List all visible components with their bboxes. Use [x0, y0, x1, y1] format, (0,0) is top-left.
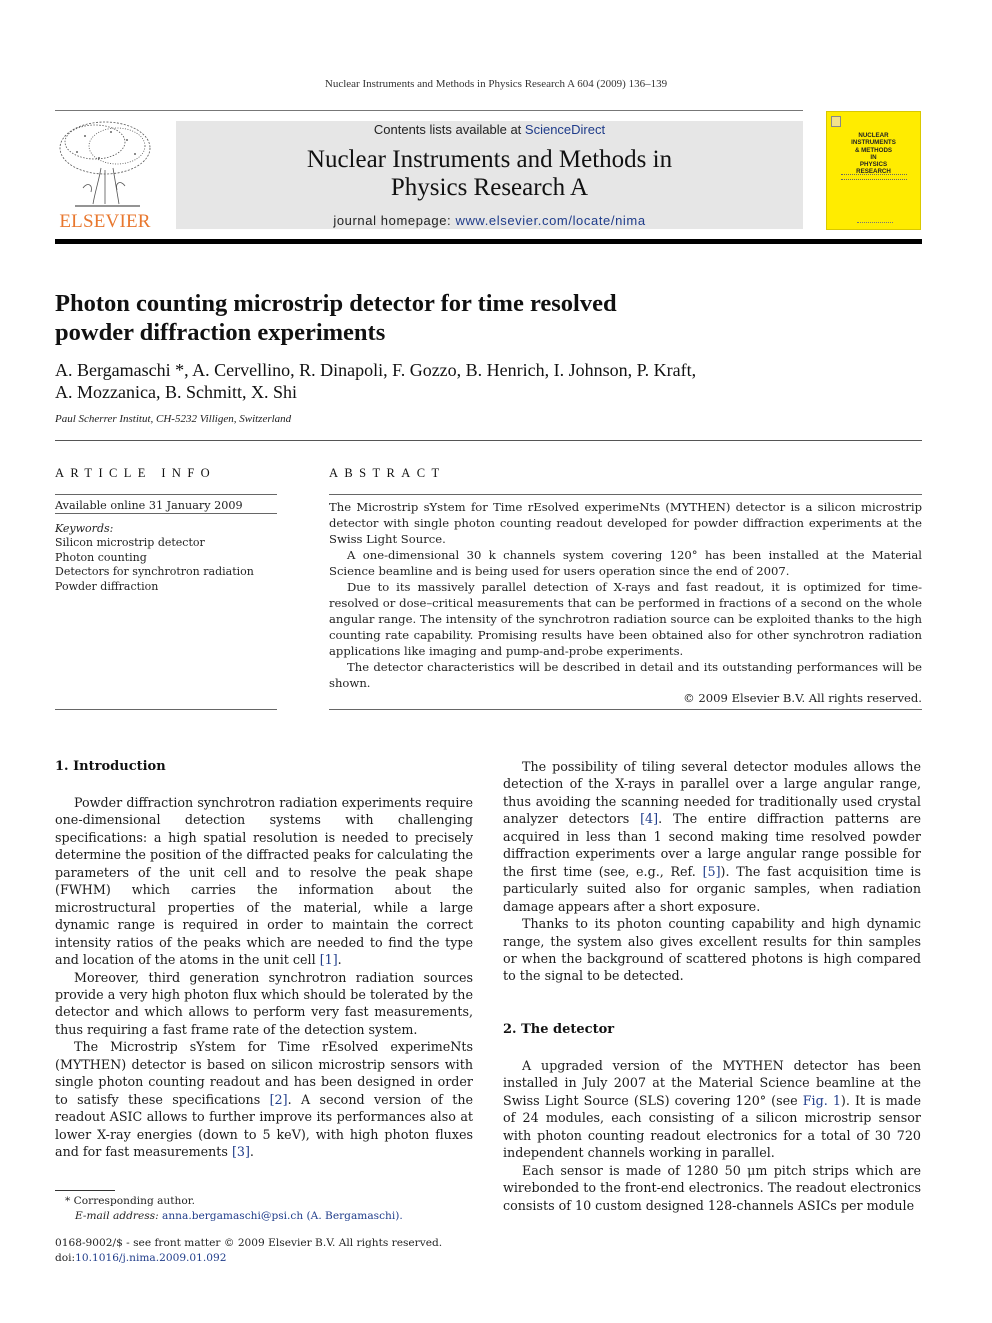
article-title-line: Photon counting microstrip detector for … — [55, 290, 617, 317]
keyword-item: Photon counting — [55, 550, 147, 564]
body-column-right: The possibility of tiling several detect… — [503, 758, 921, 1214]
body-paragraph: Powder diffraction synchrotron radiation… — [55, 795, 473, 968]
author-list: A. Bergamaschi *, A. Cervellino, R. Dina… — [55, 359, 915, 403]
email-note: E-mail address: anna.bergamaschi@psi.ch … — [75, 1209, 403, 1222]
keywords-list: Keywords: Silicon microstrip detector Ph… — [55, 522, 254, 594]
section-heading-detector: 2. The detector — [503, 1021, 615, 1037]
homepage-line: journal homepage: www.elsevier.com/locat… — [176, 213, 803, 228]
elsevier-wordmark: ELSEVIER — [59, 211, 151, 232]
body-column-left: 1. Introduction Powder diffraction synch… — [55, 758, 473, 1161]
citation-link[interactable]: [5] — [703, 864, 721, 879]
body-paragraph: The Microstrip sYstem for Time rEsolved … — [55, 1039, 474, 1160]
cover-footer — [857, 222, 893, 223]
section-heading-introduction: 1. Introduction — [55, 759, 166, 774]
cover-title-line: & METHODS — [854, 146, 893, 154]
journal-cover-thumbnail: NUCLEAR INSTRUMENTS & METHODS IN PHYSICS… — [826, 111, 921, 230]
doi-line: doi:10.1016/j.nima.2009.01.092 — [55, 1251, 227, 1264]
cover-title-line: INSTRUMENTS — [851, 139, 896, 147]
keywords-label: Keywords: — [55, 522, 114, 535]
homepage-prefix: journal homepage: — [333, 213, 456, 228]
citation-link[interactable]: [2] — [270, 1092, 288, 1107]
article-title: Photon counting microstrip detector for … — [55, 289, 855, 347]
cover-title-line: PHYSICS — [859, 161, 888, 169]
article-title-line: powder diffraction experiments — [55, 319, 386, 346]
cover-title-line: IN — [870, 153, 877, 161]
footnote: * Corresponding author. E-mail address: … — [55, 1194, 475, 1223]
abstract-rule — [329, 494, 922, 495]
cover-publisher-icon — [831, 116, 841, 127]
author-line: A. Bergamaschi *, A. Cervellino, R. Dina… — [55, 360, 697, 380]
abstract-paragraph: The Microstrip sYstem for Time rEsolved … — [329, 500, 922, 546]
corresponding-author-note: * Corresponding author. — [65, 1195, 195, 1207]
article-info-rule — [55, 494, 277, 495]
abstract-paragraph: The detector characteristics will be des… — [329, 660, 922, 690]
footnote-rule — [55, 1190, 115, 1191]
body-paragraph: Moreover, third generation synchrotron r… — [55, 969, 473, 1037]
contents-prefix: Contents lists available at — [373, 122, 525, 137]
email-link[interactable]: anna.bergamaschi@psi.ch (A. Bergamaschi)… — [162, 1210, 403, 1222]
cover-title-line: NUCLEAR — [858, 132, 889, 139]
body-paragraph: Thanks to its photon counting capability… — [503, 916, 921, 984]
affiliation: Paul Scherrer Institut, CH-5232 Villigen… — [55, 413, 292, 425]
journal-title: Nuclear Instruments and Methods in Physi… — [176, 146, 803, 202]
available-online: Available online 31 January 2009 — [55, 499, 243, 512]
cover-title: NUCLEAR INSTRUMENTS & METHODS IN PHYSICS… — [827, 132, 920, 176]
citation-link[interactable]: [4] — [640, 811, 658, 826]
sciencedirect-link[interactable]: ScienceDirect — [525, 122, 605, 137]
running-head: Nuclear Instruments and Methods in Physi… — [324, 78, 668, 90]
abstract-paragraph: Due to its massively parallel detection … — [329, 580, 922, 658]
journal-masthead: Contents lists available at ScienceDirec… — [176, 121, 803, 229]
abstract-body: The Microstrip sYstem for Time rEsolved … — [329, 499, 922, 691]
contents-line: Contents lists available at ScienceDirec… — [176, 122, 803, 137]
body-paragraph: The possibility of tiling several detect… — [503, 759, 921, 914]
figure-link[interactable]: Fig. 1 — [803, 1093, 841, 1108]
journal-homepage-link[interactable]: www.elsevier.com/locate/nima — [455, 213, 645, 228]
article-info-rule — [55, 709, 277, 710]
tree-icon — [59, 121, 151, 207]
abstract-heading: ABSTRACT — [329, 466, 446, 480]
body-paragraph: A upgraded version of the MYTHEN detecto… — [503, 1057, 921, 1161]
abstract-copyright: © 2009 Elsevier B.V. All rights reserved… — [683, 691, 922, 705]
doi-link[interactable]: 10.1016/j.nima.2009.01.092 — [75, 1252, 226, 1264]
cover-subtitle — [841, 174, 907, 180]
article-info-rule — [55, 513, 277, 514]
body-paragraph: Each sensor is made of 1280 50 μm pitch … — [503, 1162, 921, 1213]
front-matter: 0168-9002/$ - see front matter © 2009 El… — [55, 1236, 475, 1265]
header-thick-rule — [55, 239, 922, 244]
article-info-heading: ARTICLE INFO — [55, 466, 217, 480]
journal-title-line: Nuclear Instruments and Methods in — [306, 146, 673, 173]
citation-link[interactable]: [1] — [320, 952, 338, 967]
journal-title-line: Physics Research A — [390, 174, 589, 201]
keyword-item: Detectors for synchrotron radiation — [55, 565, 254, 579]
abstract-rule — [329, 709, 922, 710]
keyword-item: Silicon microstrip detector — [55, 536, 205, 550]
author-line: A. Mozzanica, B. Schmitt, X. Shi — [55, 382, 297, 402]
citation-link[interactable]: [3] — [232, 1144, 250, 1159]
header-rule — [55, 110, 803, 111]
abstract-paragraph: A one-dimensional 30 k channels system c… — [329, 548, 922, 578]
keyword-item: Powder diffraction — [55, 579, 159, 593]
section-divider — [55, 440, 922, 441]
issn-line: 0168-9002/$ - see front matter © 2009 El… — [55, 1237, 443, 1249]
